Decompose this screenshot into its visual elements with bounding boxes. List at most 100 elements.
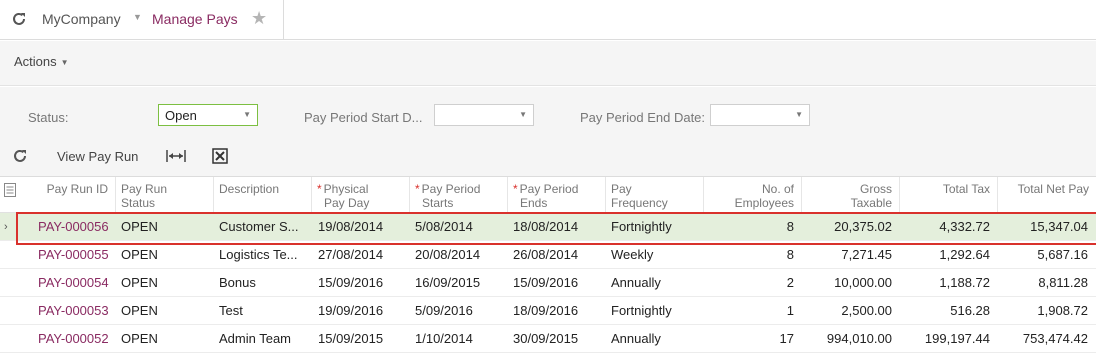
required-marker: *	[513, 182, 518, 196]
status-label: Status:	[28, 110, 69, 125]
pay-period-starts-cell: 5/09/2016	[415, 303, 473, 318]
table-row[interactable]: PAY-000055 OPEN Logistics Te... 27/08/2014 2…	[0, 241, 1096, 269]
chevron-down-icon[interactable]: ▼	[133, 12, 142, 22]
actions-label: Actions	[14, 54, 57, 69]
column-header-description[interactable]: Description	[213, 177, 311, 213]
pay-period-starts-cell: 5/08/2014	[415, 219, 473, 234]
start-date-label: Pay Period Start D...	[304, 110, 423, 125]
pay-period-starts-cell: 16/09/2015	[415, 275, 481, 290]
pay-period-ends-cell: 18/08/2014	[513, 219, 579, 234]
column-header-physical-pay-day[interactable]: * Physical Pay Day	[311, 177, 409, 213]
description-cell: Customer S...	[219, 219, 299, 234]
total-net-pay-cell: 5,687.16	[1037, 247, 1088, 262]
pay-frequency-cell: Annually	[611, 275, 661, 290]
pay-period-starts-cell: 20/08/2014	[415, 247, 481, 262]
pay-frequency-cell: Weekly	[611, 247, 654, 262]
chevron-down-icon: ▼	[519, 110, 527, 119]
status-select[interactable]: Open ▼	[158, 104, 258, 126]
pay-period-ends-cell: 30/09/2015	[513, 331, 579, 346]
column-header-pay-period-starts[interactable]: * Pay Period Starts	[409, 177, 507, 213]
refresh-icon[interactable]	[12, 148, 30, 166]
table-row[interactable]: PAY-000052 OPEN Admin Team 15/09/2015 1/10/2…	[0, 325, 1096, 353]
pay-frequency-cell: Fortnightly	[611, 219, 672, 234]
column-header-pay-run-id[interactable]: Pay Run ID	[17, 177, 115, 213]
column-header-gross-taxable[interactable]: Gross Taxable	[801, 177, 899, 213]
end-date-select[interactable]: ▼	[710, 104, 810, 126]
actions-menu-button[interactable]: Actions ▼	[14, 54, 69, 69]
pay-run-status-cell: OPEN	[121, 275, 158, 290]
filter-panel: Status: Open ▼ Pay Period Start D... ▼ P…	[0, 87, 1096, 137]
total-net-pay-cell: 8,811.28	[1038, 275, 1088, 290]
pay-run-status-cell: OPEN	[121, 303, 158, 318]
pay-run-id-link[interactable]: PAY-000052	[38, 325, 113, 353]
description-cell: Test	[219, 303, 243, 318]
total-net-pay-cell: 753,474.42	[1022, 331, 1088, 346]
star-icon[interactable]: ★	[251, 8, 267, 28]
description-cell: Bonus	[219, 275, 256, 290]
physical-pay-day-cell: 19/09/2016	[318, 303, 384, 318]
chevron-down-icon: ▼	[243, 110, 251, 119]
physical-pay-day-cell: 27/08/2014	[318, 247, 384, 262]
fit-to-screen-icon[interactable]	[166, 148, 186, 166]
total-tax-cell: 199,197.44	[924, 331, 990, 346]
pay-run-status-cell: OPEN	[121, 247, 158, 262]
status-value: Open	[165, 108, 197, 123]
refresh-icon[interactable]	[6, 6, 32, 32]
page-title: Manage Pays	[152, 11, 238, 27]
pay-run-status-cell: OPEN	[121, 331, 158, 346]
pay-run-status-cell: OPEN	[121, 219, 158, 234]
end-date-label: Pay Period End Date:	[580, 110, 706, 125]
grid-header: Pay Run ID Pay Run Status Description * Ph…	[0, 177, 1096, 213]
physical-pay-day-cell: 15/09/2015	[318, 331, 384, 346]
view-pay-run-button[interactable]: View Pay Run	[57, 149, 138, 164]
column-header-pay-run-status[interactable]: Pay Run Status	[115, 177, 213, 213]
divider	[283, 0, 284, 40]
no-of-employees-cell: 8	[786, 219, 794, 234]
actions-toolbar: Actions ▼	[0, 41, 1096, 86]
column-header-pay-period-ends[interactable]: * Pay Period Ends	[507, 177, 605, 213]
column-settings-icon[interactable]	[4, 183, 16, 197]
gross-taxable-cell: 7,271.45	[841, 247, 892, 262]
pay-run-id-link[interactable]: PAY-000054	[38, 269, 113, 297]
start-date-select[interactable]: ▼	[434, 104, 534, 126]
total-tax-cell: 516.28	[950, 303, 990, 318]
row-selector-icon: ›	[4, 221, 8, 233]
description-cell: Admin Team	[219, 331, 292, 346]
pay-run-id-link[interactable]: PAY-000053	[38, 297, 113, 325]
chevron-down-icon: ▼	[795, 110, 803, 119]
table-row[interactable]: PAY-000053 OPEN Test 19/09/2016 5/09/2016 18/…	[0, 297, 1096, 325]
no-of-employees-cell: 2	[786, 275, 794, 290]
required-marker: *	[317, 182, 322, 196]
export-excel-icon[interactable]	[212, 148, 228, 164]
no-of-employees-cell: 8	[786, 247, 794, 262]
total-net-pay-cell: 15,347.04	[1030, 219, 1088, 234]
description-cell: Logistics Te...	[219, 247, 298, 262]
grid-toolbar: View Pay Run	[0, 137, 1096, 177]
pay-frequency-cell: Annually	[611, 331, 661, 346]
total-tax-cell: 1,292.64	[939, 247, 990, 262]
physical-pay-day-cell: 15/09/2016	[318, 275, 384, 290]
total-tax-cell: 4,332.72	[939, 219, 990, 234]
company-selector[interactable]: MyCompany	[42, 11, 121, 27]
pay-period-ends-cell: 15/09/2016	[513, 275, 579, 290]
table-row[interactable]: › PAY-000056 OPEN Customer S... 19/08/2014 5/…	[0, 212, 1096, 245]
total-tax-cell: 1,188.72	[939, 275, 990, 290]
pay-run-id-link[interactable]: PAY-000055	[38, 241, 113, 269]
pay-run-id-link[interactable]: PAY-000056	[38, 213, 113, 241]
no-of-employees-cell: 17	[779, 331, 794, 346]
physical-pay-day-cell: 19/08/2014	[318, 219, 384, 234]
pay-frequency-cell: Fortnightly	[611, 303, 672, 318]
column-header-no-of-employees[interactable]: No. of Employees	[703, 177, 801, 213]
gross-taxable-cell: 994,010.00	[826, 331, 892, 346]
table-row[interactable]: PAY-000054 OPEN Bonus 15/09/2016 16/09/2015 1…	[0, 269, 1096, 297]
no-of-employees-cell: 1	[786, 303, 794, 318]
column-header-total-tax[interactable]: Total Tax	[899, 177, 997, 213]
pay-period-ends-cell: 26/08/2014	[513, 247, 579, 262]
column-header-total-net-pay[interactable]: Total Net Pay	[997, 177, 1096, 213]
column-header-pay-frequency[interactable]: Pay Frequency	[605, 177, 703, 213]
pay-period-starts-cell: 1/10/2014	[415, 331, 473, 346]
chevron-down-icon: ▼	[60, 58, 69, 68]
gross-taxable-cell: 2,500.00	[841, 303, 892, 318]
pay-period-ends-cell: 18/09/2016	[513, 303, 579, 318]
top-bar: MyCompany ▼ Manage Pays ★	[0, 0, 1096, 40]
